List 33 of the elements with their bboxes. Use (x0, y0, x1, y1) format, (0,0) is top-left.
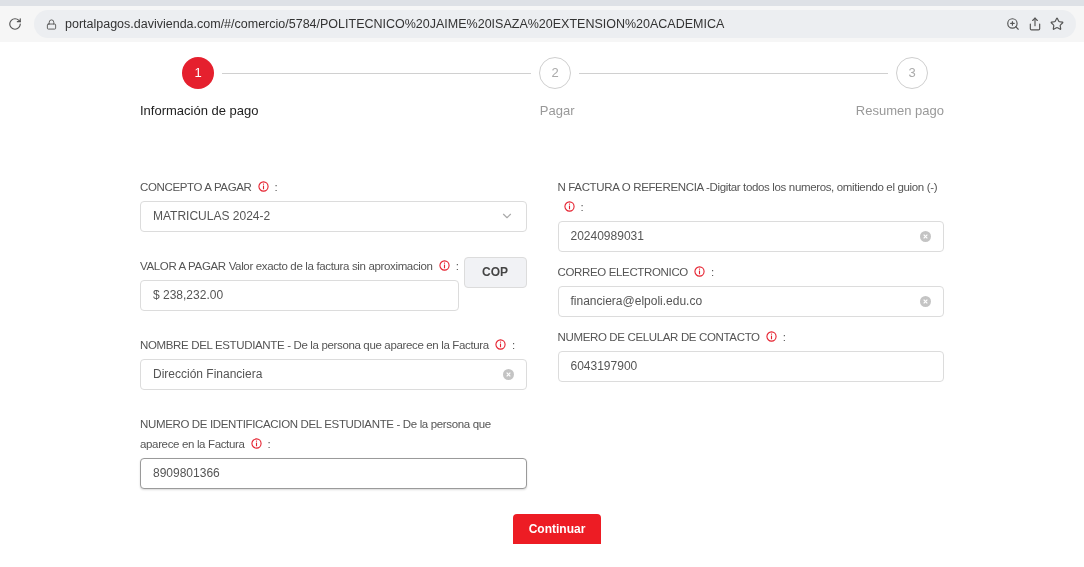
input-field[interactable]: 20240989031 (557, 220, 944, 252)
input-field[interactable]: 8909801366 (140, 457, 527, 489)
info-icon (494, 338, 506, 350)
info-icon (257, 180, 269, 192)
address-bar[interactable]: portalpagos.davivienda.com/#/comercio/5784/POLITECNICO%20JAIME%20ISAZA%20EXTENSION%20ACADEMICA (34, 10, 1076, 38)
step-label: Información de pago (140, 102, 259, 120)
info-icon (765, 330, 777, 342)
share-icon[interactable] (1028, 17, 1042, 31)
input-field[interactable]: 6043197900 (557, 350, 944, 382)
info-icon (563, 200, 575, 212)
info-icon (693, 265, 705, 277)
select-field[interactable]: MATRICULAS 2024-2 (140, 200, 527, 232)
reload-icon[interactable] (8, 17, 22, 31)
info-icon (438, 259, 450, 271)
lock-icon (46, 18, 57, 30)
field-label: NUMERO DE IDENTIFICACION DEL ESTUDIANTE - De la persona que aparece en la Factura : (140, 416, 492, 452)
info-icon (250, 437, 262, 449)
input-field[interactable]: financiera@elpoli.edu.co (557, 285, 944, 317)
bookmark-icon[interactable] (1050, 17, 1064, 31)
step-label: Resumen pago (855, 102, 944, 120)
step-label: Pagar (539, 102, 575, 120)
continue-button[interactable]: Continuar (512, 513, 602, 544)
zoom-icon[interactable] (1006, 17, 1020, 31)
field-label: NUMERO DE CELULAR DE CONTACTO : (557, 329, 787, 345)
field-label: CORREO ELECTRONICO : (557, 264, 715, 280)
input-field[interactable]: $ 238,232.00 (140, 279, 459, 311)
input-field[interactable]: Dirección Financiera (140, 358, 527, 390)
field-label: NOMBRE DEL ESTUDIANTE - De la persona que aparece en la Factura : (140, 337, 516, 353)
field-label: VALOR A PAGAR Valor exacto de la factura sin aproximacion : (140, 258, 459, 274)
field-label: N FACTURA O REFERENCIA -Digitar todos los numeros, omitiendo el guion (-) : (557, 179, 939, 215)
currency-button[interactable]: COP (463, 256, 527, 288)
field-label: CONCEPTO A PAGAR : (140, 179, 279, 195)
step-marker: 1 (182, 57, 214, 89)
